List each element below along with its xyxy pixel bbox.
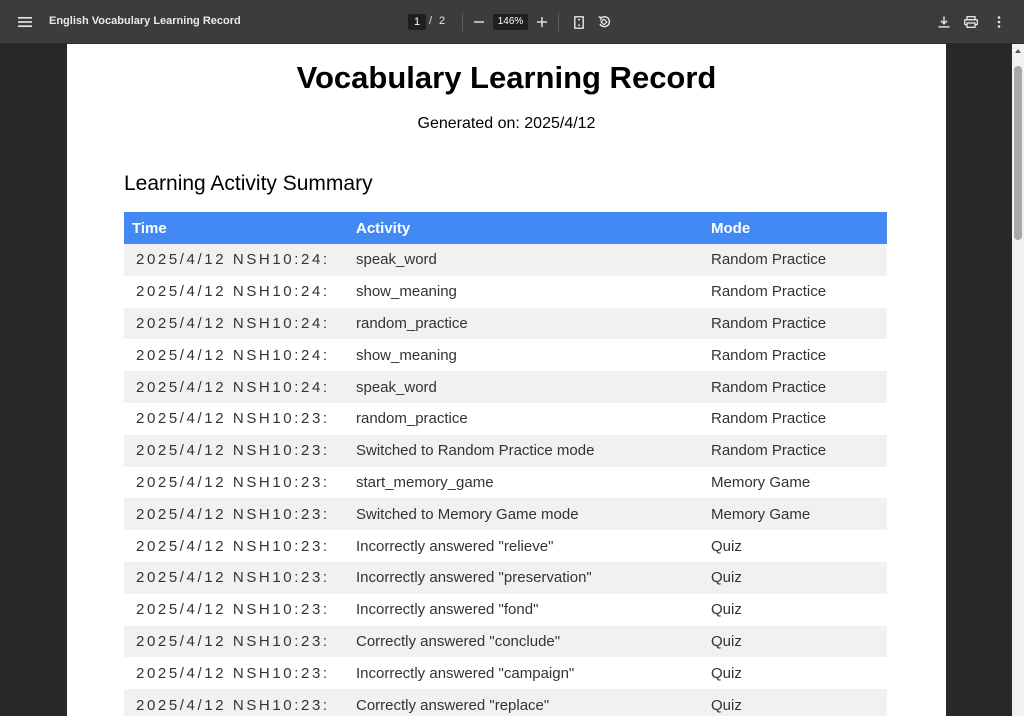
fit-page-button[interactable] [565,8,593,36]
menu-button[interactable] [11,8,39,36]
document-title: English Vocabulary Learning Record [49,15,241,27]
cell-activity: start_memory_game [348,466,703,499]
cell-time: 2025/4/12 NSH10:23: [124,625,348,658]
cell-time: 2025/4/12 NSH10:23: [124,530,348,562]
cell-activity: speak_word [348,244,703,276]
table-row: 2025/4/12 NSH10:23: Switched to Random Pr… [124,434,887,467]
cell-activity: random_practice [348,402,703,435]
table-row: 2025/4/12 NSH10:24: show_meaning Random Pr… [124,275,887,308]
cell-activity: speak_word [348,371,703,403]
cell-mode: Random Practice [703,402,887,435]
print-button[interactable] [957,8,985,36]
cell-activity: show_meaning [348,339,703,372]
cell-mode: Random Practice [703,371,887,403]
page-total: 2 [439,15,446,27]
more-vert-icon [997,16,1001,28]
cell-mode: Quiz [703,530,887,562]
generated-date: Generated on: 2025/4/12 [417,115,596,132]
table-row: 2025/4/12 NSH10:24: speak_word Random Prac… [124,371,887,403]
cell-activity: Incorrectly answered "campaign" [348,657,703,690]
page-separator: / [429,15,433,27]
zoom-in-button[interactable] [528,8,556,36]
cell-time: 2025/4/12 NSH10:23: [124,402,348,435]
print-icon [964,16,978,28]
cell-activity: Correctly answered "replace" [348,689,703,716]
download-button[interactable] [930,8,958,36]
more-options-button[interactable] [985,8,1013,36]
menu-icon [18,17,32,27]
page-number-input[interactable]: 1 [408,14,426,30]
cell-time: 2025/4/12 NSH10:24: [124,371,348,403]
table-row: 2025/4/12 NSH10:23: Correctly answered "c… [124,625,887,658]
cell-mode: Random Practice [703,434,887,467]
zoom-out-button[interactable] [465,8,493,36]
cell-mode: Quiz [703,689,887,716]
cell-activity: Incorrectly answered "fond" [348,593,703,626]
cell-activity: Correctly answered "conclude" [348,625,703,658]
header-activity: Activity [348,212,703,244]
section-title: Learning Activity Summary [124,172,373,195]
zoom-in-icon [537,17,547,27]
header-mode: Mode [703,212,887,244]
table-header-row: Time Activity Mode [124,212,887,244]
cell-time: 2025/4/12 NSH10:23: [124,434,348,467]
cell-activity: Switched to Memory Game mode [348,498,703,531]
table-row: 2025/4/12 NSH10:23: Switched to Memory Ga… [124,498,887,531]
rotate-button[interactable] [590,8,618,36]
table-row: 2025/4/12 NSH10:24: random_practice Random… [124,307,887,340]
scroll-up-arrow-icon[interactable] [1014,46,1022,56]
cell-mode: Random Practice [703,244,887,276]
table-row: 2025/4/12 NSH10:23: Incorrectly answered … [124,561,887,594]
cell-mode: Quiz [703,561,887,594]
table-row: 2025/4/12 NSH10:24: show_meaning Random Pr… [124,339,887,372]
cell-mode: Quiz [703,593,887,626]
pdf-toolbar: English Vocabulary Learning Record 1 / 2… [0,0,1024,44]
cell-time: 2025/4/12 NSH10:23: [124,561,348,594]
cell-time: 2025/4/12 NSH10:24: [124,339,348,372]
zoom-out-icon [474,21,484,23]
cell-activity: random_practice [348,307,703,340]
cell-mode: Memory Game [703,498,887,531]
cell-time: 2025/4/12 NSH10:23: [124,657,348,690]
cell-time: 2025/4/12 NSH10:23: [124,593,348,626]
table-row: 2025/4/12 NSH10:23: Correctly answered "r… [124,689,887,716]
cell-activity: Switched to Random Practice mode [348,434,703,467]
table-row: 2025/4/12 NSH10:23: start_memory_game Memo… [124,466,887,499]
header-time: Time [124,212,348,244]
cell-mode: Memory Game [703,466,887,499]
cell-mode: Random Practice [703,307,887,340]
download-icon [938,16,950,28]
cell-mode: Random Practice [703,275,887,308]
cell-time: 2025/4/12 NSH10:23: [124,498,348,531]
pdf-page: Vocabulary Learning Record Generated on:… [67,44,946,716]
page-title: Vocabulary Learning Record [296,60,717,95]
toolbar-divider [558,13,559,31]
cell-mode: Quiz [703,625,887,658]
cell-time: 2025/4/12 NSH10:23: [124,466,348,499]
cell-time: 2025/4/12 NSH10:23: [124,689,348,716]
table-row: 2025/4/12 NSH10:23: random_practice Random… [124,402,887,435]
table-row: 2025/4/12 NSH10:23: Incorrectly answered … [124,657,887,690]
cell-activity: show_meaning [348,275,703,308]
cell-time: 2025/4/12 NSH10:24: [124,275,348,308]
toolbar-divider [462,13,463,31]
cell-mode: Quiz [703,657,887,690]
rotate-icon [598,15,611,28]
table-row: 2025/4/12 NSH10:24: speak_word Random Prac… [124,244,887,276]
cell-activity: Incorrectly answered "preservation" [348,561,703,594]
table-row: 2025/4/12 NSH10:23: Incorrectly answered … [124,530,887,562]
cell-time: 2025/4/12 NSH10:24: [124,244,348,276]
zoom-level-input[interactable]: 146% [493,14,528,30]
table-row: 2025/4/12 NSH10:23: Incorrectly answered … [124,593,887,626]
cell-activity: Incorrectly answered "relieve" [348,530,703,562]
cell-mode: Random Practice [703,339,887,372]
scrollbar-thumb[interactable] [1014,66,1022,240]
cell-time: 2025/4/12 NSH10:24: [124,307,348,340]
activity-table: Time Activity Mode 2025/4/12 NSH10:24: sp… [124,212,887,716]
fit-page-icon [574,15,584,29]
